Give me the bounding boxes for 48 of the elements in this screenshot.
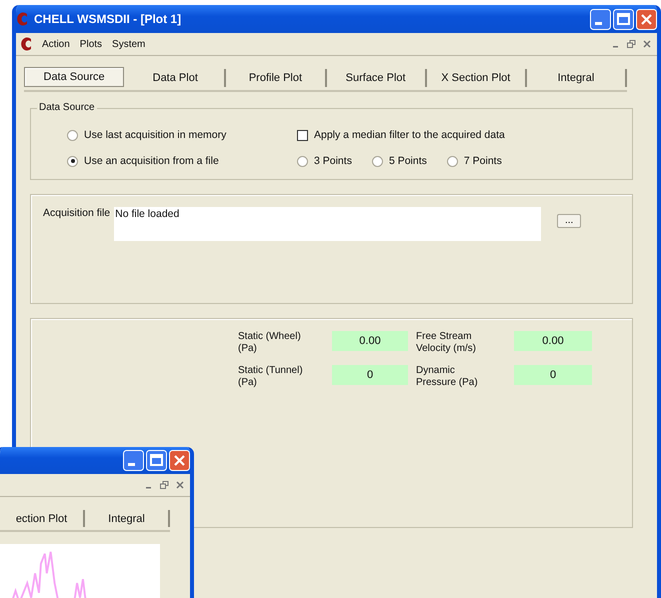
radio-label: 3 Points (314, 155, 352, 167)
menu-item[interactable]: Plots (80, 38, 102, 50)
browse-button[interactable]: ... (557, 214, 582, 228)
close-button[interactable] (636, 8, 657, 30)
file-field[interactable]: No file loaded (114, 207, 542, 241)
reading-value: 0.00 (332, 331, 408, 351)
radio-label: Use an acquisition from a file (84, 155, 219, 167)
group-title: Data Source (37, 102, 97, 113)
field-label: Acquisition file (43, 207, 110, 219)
restore-icon[interactable] (160, 481, 169, 490)
checkbox[interactable] (297, 130, 308, 140)
logo-icon (16, 11, 28, 27)
tab[interactable]: X Section Plot (426, 69, 527, 87)
reading-label: Dynamic Pressure (Pa) (416, 365, 479, 389)
reading-value: 0 (332, 365, 408, 385)
tab[interactable]: Data Source (24, 67, 124, 87)
tab[interactable]: Data Plot (126, 69, 226, 87)
reading-value: 0.00 (514, 331, 592, 351)
checkbox-label: Apply a median filter to the acquired data (314, 129, 505, 141)
tab[interactable]: ection Plot (0, 510, 85, 528)
radio-button[interactable] (67, 156, 78, 166)
reading-label: Static (Tunnel) (Pa) (238, 365, 304, 389)
menu-item[interactable]: System (112, 38, 146, 50)
maximize-button[interactable] (613, 8, 634, 30)
radio-button[interactable] (372, 156, 383, 166)
radio-button[interactable] (297, 156, 308, 166)
radio-button[interactable] (67, 130, 78, 140)
close-button[interactable] (169, 450, 190, 472)
reading-label: Free Stream Velocity (m/s) (416, 331, 478, 355)
minimize-button[interactable] (590, 8, 611, 30)
radio-label: Use last acquisition in memory (84, 129, 226, 141)
tab[interactable]: Integral (85, 510, 170, 528)
close-icon[interactable] (176, 481, 184, 490)
tab[interactable]: Surface Plot (326, 69, 427, 87)
logo-icon (20, 36, 32, 52)
tab[interactable]: Profile Plot (226, 69, 327, 87)
reading-label: Static (Wheel) (Pa) (238, 331, 302, 355)
reading-value: 0 (514, 365, 592, 385)
menu-item[interactable]: Action (42, 38, 70, 50)
radio-button[interactable] (446, 156, 458, 166)
tab[interactable]: Integral (526, 69, 628, 87)
radio-label: 7 Points (464, 155, 502, 167)
close-icon[interactable] (643, 40, 651, 48)
window-title: CHELL WSMSDII - [Plot 1] (34, 12, 182, 26)
restore-icon[interactable] (627, 40, 636, 48)
maximize-button[interactable] (146, 450, 167, 472)
minimize-button[interactable] (123, 450, 144, 472)
radio-label: 5 Points (388, 155, 427, 167)
